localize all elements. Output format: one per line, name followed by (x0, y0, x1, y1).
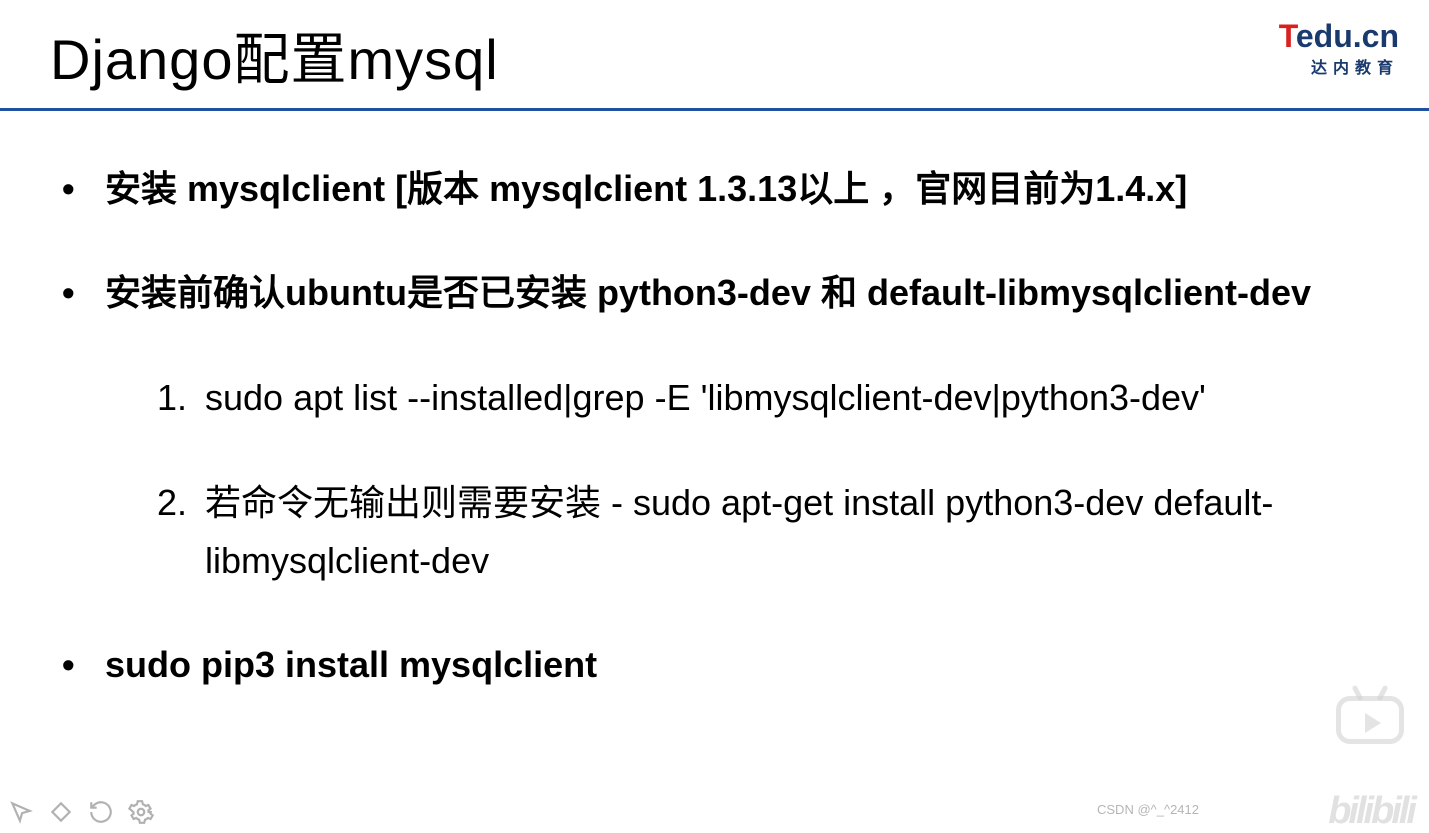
numbered-list: 1. sudo apt list --installed|grep -E 'li… (147, 369, 1399, 590)
slide-content: 安装 mysqlclient [版本 mysqlclient 1.3.13以上 … (0, 111, 1429, 693)
tag-icon (48, 799, 74, 825)
bullet-item: 安装前确认ubuntu是否已安装 python3-dev 和 default-l… (100, 265, 1399, 590)
numbered-item: 2. 若命令无输出则需要安装 - sudo apt-get install py… (147, 474, 1399, 589)
logo-letter-t: T (1279, 18, 1296, 54)
slide-header: Django配置mysql Tedu.cn 达内教育 (0, 0, 1429, 96)
settings-icon (128, 799, 154, 825)
logo-main: Tedu.cn (1279, 20, 1399, 52)
bullet-item: sudo pip3 install mysqlclient (100, 637, 1399, 693)
replay-icon (88, 799, 114, 825)
csdn-watermark: CSDN @^_^2412 (1097, 802, 1199, 817)
logo-subtitle: 达内教育 (1279, 54, 1399, 78)
bottom-icon-row (8, 799, 154, 825)
brand-logo: Tedu.cn 达内教育 (1279, 15, 1409, 78)
bilibili-tv-icon (1336, 696, 1404, 750)
item-text: sudo apt list --installed|grep -E 'libmy… (205, 369, 1399, 427)
logo-rest: edu.cn (1296, 18, 1399, 54)
item-text: 若命令无输出则需要安装 - sudo apt-get install pytho… (205, 474, 1399, 589)
bilibili-text-icon: bilibili (1328, 790, 1414, 833)
slide-title: Django配置mysql (50, 15, 499, 96)
item-number: 2. (147, 474, 205, 589)
bullet-item: 安装 mysqlclient [版本 mysqlclient 1.3.13以上 … (100, 161, 1399, 217)
item-number: 1. (147, 369, 205, 427)
cursor-icon (8, 799, 34, 825)
bullet-text: 安装前确认ubuntu是否已安装 python3-dev 和 default-l… (105, 272, 1311, 313)
numbered-item: 1. sudo apt list --installed|grep -E 'li… (147, 369, 1399, 427)
bullet-text: 安装 mysqlclient [版本 mysqlclient 1.3.13以上 … (105, 168, 1187, 209)
bullet-text: sudo pip3 install mysqlclient (105, 644, 597, 685)
